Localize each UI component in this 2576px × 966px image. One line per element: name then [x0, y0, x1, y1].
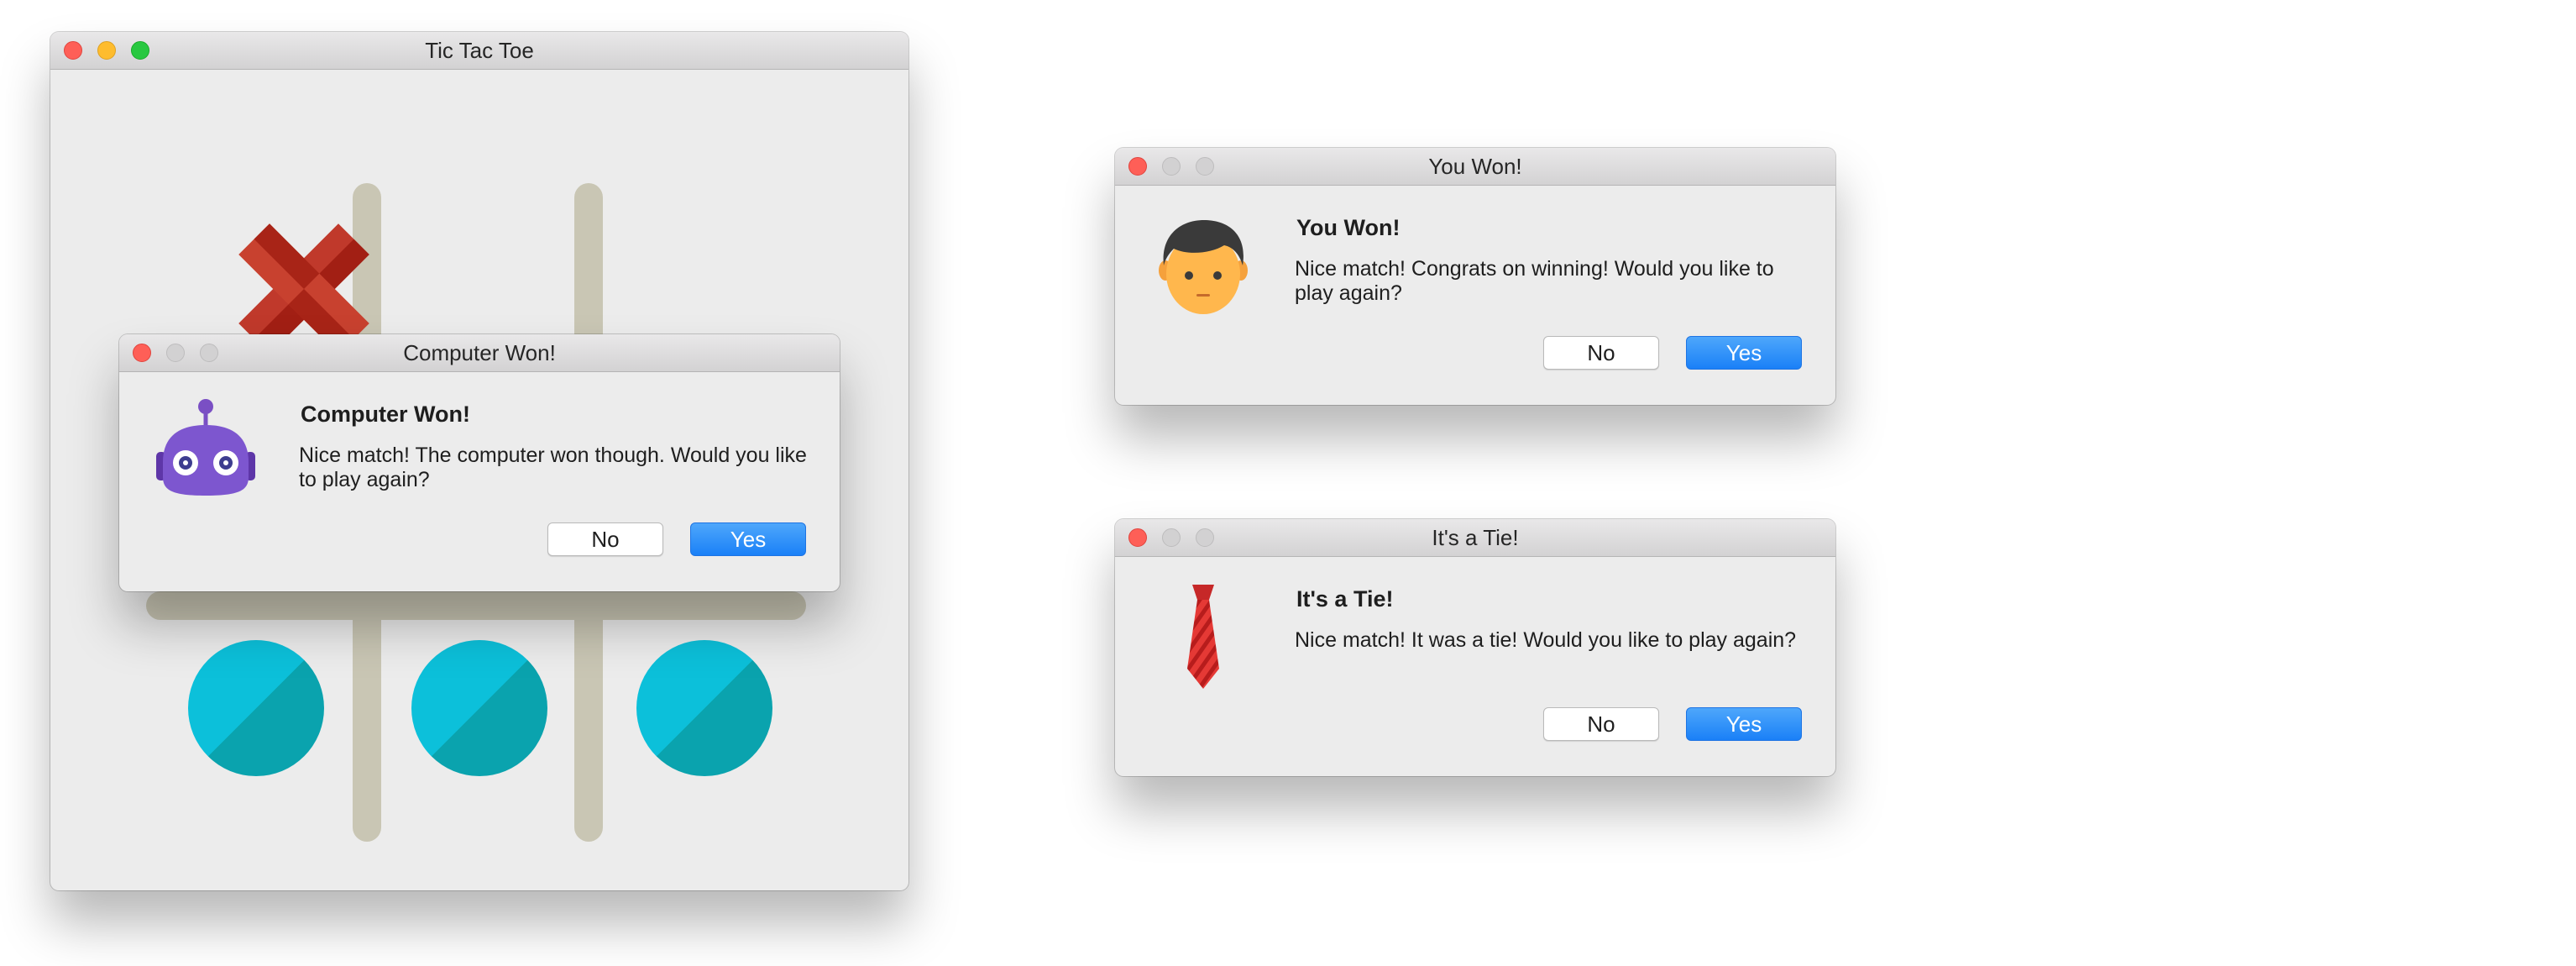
dialog-heading: It's a Tie! [1296, 586, 1394, 612]
dialog-message: Nice match! The computer won though. Wou… [299, 444, 807, 491]
tie-dialog: It's a Tie! It's a Tie! Nice match! It w… [1115, 519, 1835, 776]
board-cell-o-mark[interactable] [411, 640, 547, 776]
computer-won-dialog: Computer Won! Computer Won! Nice match! … [119, 334, 840, 591]
dialog-title: You Won! [1428, 154, 1522, 179]
man-face-icon [1149, 210, 1258, 319]
robot-icon [151, 396, 260, 506]
no-button[interactable]: No [547, 522, 663, 556]
board-cell-o-mark[interactable] [636, 640, 772, 776]
dialog-title: It's a Tie! [1432, 525, 1519, 550]
yes-button[interactable]: Yes [690, 522, 806, 556]
dialog-titlebar[interactable]: Computer Won! [119, 334, 840, 372]
game-window-titlebar[interactable]: Tic Tac Toe [50, 32, 908, 70]
dialog-message: Nice match! It was a tie! Would you like… [1295, 628, 1797, 652]
board-cell-o-mark[interactable] [188, 640, 324, 776]
yes-button[interactable]: Yes [1686, 336, 1802, 370]
dialog-titlebar[interactable]: It's a Tie! [1115, 519, 1835, 557]
dialog-message: Nice match! Congrats on winning! Would y… [1295, 257, 1774, 305]
dialog-heading: Computer Won! [301, 402, 470, 427]
no-button[interactable]: No [1543, 707, 1659, 741]
dialog-titlebar[interactable]: You Won! [1115, 148, 1835, 186]
dialog-heading: You Won! [1296, 215, 1401, 240]
you-won-dialog: You Won! You Won! Nice match! Congrats o… [1115, 148, 1835, 405]
no-button[interactable]: No [1543, 336, 1659, 370]
board-line-horizontal [146, 591, 806, 620]
yes-button[interactable]: Yes [1686, 707, 1802, 741]
necktie-icon [1149, 581, 1258, 690]
dialog-title: Computer Won! [403, 340, 556, 365]
window-title: Tic Tac Toe [425, 38, 534, 63]
